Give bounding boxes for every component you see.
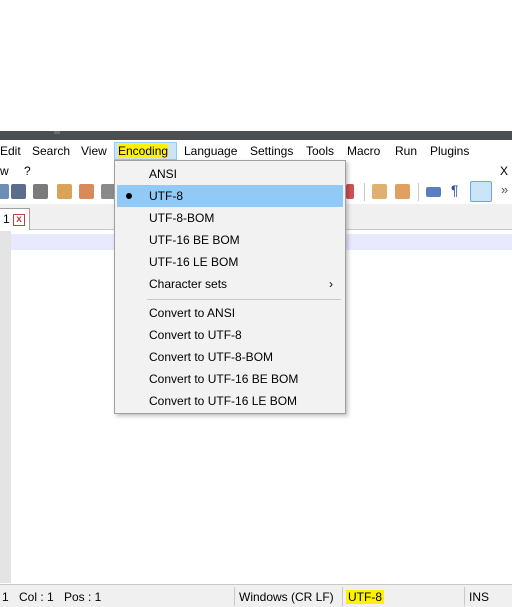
status-lines: 1 bbox=[2, 590, 9, 604]
redo-icon[interactable] bbox=[346, 184, 354, 199]
status-column: Col : 1 bbox=[19, 590, 54, 604]
menu-edit[interactable]: Edit bbox=[0, 142, 24, 160]
checked-bullet-icon bbox=[126, 193, 132, 199]
status-bar: 1 Col : 1 Pos : 1 Windows (CR LF) UTF-8 … bbox=[0, 584, 512, 607]
status-position: Pos : 1 bbox=[64, 590, 102, 604]
title-bar-notch bbox=[54, 131, 60, 134]
menu-language[interactable]: Language bbox=[181, 142, 240, 160]
save-icon[interactable] bbox=[11, 184, 26, 199]
convert-to-ansi[interactable]: Convert to ANSI bbox=[117, 302, 343, 324]
encoding-utf8-bom[interactable]: UTF-8-BOM bbox=[117, 207, 343, 229]
tab-close-icon[interactable]: x bbox=[13, 214, 25, 226]
encoding-menu: ANSI UTF-8 UTF-8-BOM UTF-16 BE BOM UTF-1… bbox=[114, 160, 346, 414]
menu-run[interactable]: Run bbox=[392, 142, 420, 160]
status-eol-format: Windows (CR LF) bbox=[239, 590, 334, 604]
show-all-characters-icon[interactable]: ¶ bbox=[451, 182, 459, 198]
document-tab[interactable]: 1 x bbox=[0, 208, 30, 230]
convert-to-utf16-be-bom[interactable]: Convert to UTF-16 BE BOM bbox=[117, 368, 343, 390]
word-wrap-icon[interactable] bbox=[426, 187, 441, 197]
status-encoding-label: UTF-8 bbox=[346, 590, 384, 604]
menu-search[interactable]: Search bbox=[29, 142, 73, 160]
encoding-ansi[interactable]: ANSI bbox=[117, 163, 343, 185]
encoding-utf8-label: UTF-8 bbox=[149, 189, 183, 203]
toolbar-overflow-icon[interactable]: » bbox=[501, 182, 508, 197]
submenu-arrow-icon: › bbox=[329, 277, 333, 291]
close-all-icon[interactable] bbox=[79, 184, 94, 199]
status-separator bbox=[342, 587, 343, 606]
tab-label: 1 bbox=[3, 212, 10, 226]
close-document-button[interactable]: X bbox=[500, 162, 508, 180]
menu-window[interactable]: w bbox=[0, 162, 9, 180]
status-separator bbox=[464, 587, 465, 606]
menu-view[interactable]: View bbox=[78, 142, 110, 160]
convert-to-utf16-le-bom[interactable]: Convert to UTF-16 LE BOM bbox=[117, 390, 343, 412]
toolbar-separator bbox=[364, 183, 365, 201]
menu-settings[interactable]: Settings bbox=[247, 142, 296, 160]
encoding-character-sets[interactable]: Character sets › bbox=[117, 273, 343, 295]
convert-to-utf8-bom[interactable]: Convert to UTF-8-BOM bbox=[117, 346, 343, 368]
save-all-icon[interactable] bbox=[33, 184, 48, 199]
close-icon[interactable] bbox=[57, 184, 72, 199]
open-file-icon[interactable] bbox=[0, 184, 9, 199]
status-insert-mode: INS bbox=[469, 590, 490, 604]
convert-to-utf8[interactable]: Convert to UTF-8 bbox=[117, 324, 343, 346]
indent-guide-icon[interactable] bbox=[470, 181, 492, 202]
menu-bar: Edit Search View Encoding Language Setti… bbox=[0, 140, 512, 161]
menu-encoding[interactable]: Encoding bbox=[114, 142, 177, 160]
status-separator bbox=[234, 587, 235, 606]
line-number-gutter bbox=[0, 231, 11, 583]
title-bar bbox=[0, 131, 512, 140]
toolbar-separator bbox=[418, 183, 419, 201]
encoding-utf16-be-bom[interactable]: UTF-16 BE BOM bbox=[117, 229, 343, 251]
character-sets-label: Character sets bbox=[149, 277, 228, 291]
menu-tools[interactable]: Tools bbox=[303, 142, 337, 160]
zoom-in-icon[interactable] bbox=[372, 184, 387, 199]
encoding-utf8[interactable]: UTF-8 bbox=[117, 185, 343, 207]
menu-plugins[interactable]: Plugins bbox=[427, 142, 472, 160]
menu-macro[interactable]: Macro bbox=[344, 142, 383, 160]
encoding-utf16-le-bom[interactable]: UTF-16 LE BOM bbox=[117, 251, 343, 273]
status-encoding: UTF-8 bbox=[346, 589, 384, 605]
zoom-out-icon[interactable] bbox=[395, 184, 410, 199]
menu-encoding-label: Encoding bbox=[118, 144, 169, 158]
menu-separator bbox=[147, 299, 341, 300]
menu-help[interactable]: ? bbox=[24, 162, 31, 180]
